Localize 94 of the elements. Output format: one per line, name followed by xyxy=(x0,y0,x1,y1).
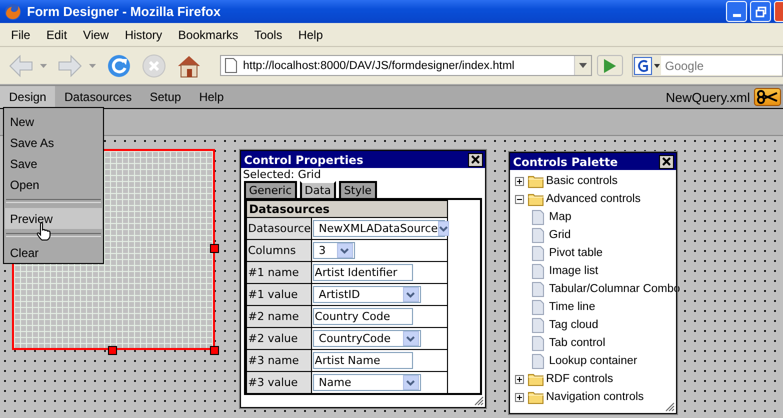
tab[interactable]: Generic xyxy=(244,181,297,198)
field-label: #2 value xyxy=(246,328,312,350)
menu-item[interactable]: Save As xyxy=(5,132,102,153)
tab[interactable]: Data xyxy=(300,181,336,198)
field-label: #1 name xyxy=(246,262,312,284)
restore-button[interactable] xyxy=(750,1,771,22)
dropdown[interactable]: CountryCode xyxy=(312,330,421,347)
close-button[interactable] xyxy=(468,152,483,166)
resize-grip-icon[interactable] xyxy=(474,396,484,406)
menu-item[interactable]: Save xyxy=(5,153,102,174)
menu-item[interactable]: Design xyxy=(0,86,56,108)
field-label: #3 value xyxy=(246,372,312,394)
tree-item[interactable]: Lookup container xyxy=(549,355,638,367)
menu-item[interactable]: Edit xyxy=(38,28,76,42)
tree-item[interactable]: RDF controls xyxy=(546,373,614,385)
document-icon xyxy=(532,318,544,332)
chevron-icon xyxy=(406,380,416,386)
minimize-icon xyxy=(732,14,740,17)
tree-item[interactable]: Tag cloud xyxy=(549,319,598,331)
chevron-icon xyxy=(406,336,416,342)
tree-item[interactable]: Tab control xyxy=(549,337,606,349)
text-field[interactable]: Artist Identifier xyxy=(312,264,413,281)
address-field[interactable]: http://localhost:8000/DAV/JS/formdesigner/index.html xyxy=(220,55,592,76)
tab[interactable]: Style xyxy=(338,181,377,198)
play-icon xyxy=(603,58,617,74)
resize-handle[interactable] xyxy=(210,346,219,355)
document-icon xyxy=(532,282,544,296)
field-label: #3 name xyxy=(246,350,312,372)
tree-item[interactable]: Advanced controls xyxy=(546,193,641,205)
menu-item[interactable]: New xyxy=(5,111,102,132)
panel-title: Controls Palette xyxy=(513,154,619,168)
tree-item[interactable]: Image list xyxy=(549,265,598,277)
menu-item[interactable]: Datasources xyxy=(55,86,141,108)
menu-item[interactable]: Open xyxy=(5,174,102,195)
document-icon xyxy=(532,210,544,224)
field-label: #1 value xyxy=(246,284,312,306)
folder-icon xyxy=(528,192,544,206)
document-icon xyxy=(532,264,544,278)
tree-item[interactable]: Map xyxy=(549,211,572,223)
expand-icon[interactable] xyxy=(515,392,526,402)
go-button[interactable] xyxy=(597,55,623,76)
menu-item[interactable]: Clear xyxy=(5,242,102,263)
dropdown-icon[interactable] xyxy=(574,56,591,75)
resize-handle[interactable] xyxy=(210,244,219,253)
page-icon xyxy=(225,58,237,73)
folder-icon xyxy=(528,372,544,386)
document-icon xyxy=(532,300,544,314)
chevron-icon xyxy=(340,248,350,254)
dropdown[interactable]: 3 xyxy=(312,242,355,259)
tree-item[interactable]: Grid xyxy=(549,229,571,241)
tree-item[interactable]: Time line xyxy=(549,301,596,313)
folder-icon xyxy=(528,174,544,188)
field-label: #2 name xyxy=(246,306,312,328)
panel-title: Control Properties xyxy=(244,152,364,166)
field-label: Columns xyxy=(246,240,312,262)
menu-item[interactable]: Help xyxy=(190,86,233,108)
tree-item[interactable]: Navigation controls xyxy=(546,391,644,403)
expand-icon[interactable] xyxy=(515,374,526,384)
chevron-icon xyxy=(438,226,448,232)
folder-icon xyxy=(528,390,544,404)
dropdown[interactable]: Name xyxy=(312,374,421,391)
menu-item[interactable]: File xyxy=(3,28,38,42)
tree-item[interactable]: Pivot table xyxy=(549,247,603,259)
menu-item[interactable]: Setup xyxy=(140,86,190,108)
file-name: NewQuery.xml xyxy=(666,90,750,104)
cut-button[interactable] xyxy=(754,88,781,106)
expand-icon[interactable] xyxy=(515,176,526,186)
menu-item[interactable]: View xyxy=(75,28,117,42)
text-field[interactable]: Country Code xyxy=(312,308,413,325)
selection-label: Selected: Grid xyxy=(242,168,322,181)
browser-logo-icon xyxy=(4,2,22,20)
dropdown[interactable]: ArtistID xyxy=(312,286,421,303)
menu-item[interactable]: Help xyxy=(290,28,331,42)
menu-item[interactable]: Preview xyxy=(5,208,102,229)
field-label: Datasource xyxy=(246,218,312,240)
reload-icon[interactable] xyxy=(106,52,132,78)
resize-grip-icon[interactable] xyxy=(665,402,675,412)
menu-item[interactable]: History xyxy=(116,28,170,42)
text-field[interactable]: Artist Name xyxy=(312,352,413,369)
close-button[interactable] xyxy=(659,154,674,168)
menu-item[interactable]: Tools xyxy=(246,28,290,42)
document-icon xyxy=(532,354,544,368)
collapse-icon[interactable] xyxy=(515,194,526,204)
document-icon xyxy=(532,228,544,242)
restore-icon xyxy=(754,6,766,18)
menu-item[interactable]: Bookmarks xyxy=(170,28,246,42)
document-icon xyxy=(532,336,544,350)
document-icon xyxy=(532,246,544,260)
section-header: Datasources xyxy=(246,200,448,218)
window-title: Form Designer - Mozilla Firefox xyxy=(27,4,221,19)
chevron-icon xyxy=(406,292,416,298)
tree-item[interactable]: Basic controls xyxy=(546,175,618,187)
minimize-button[interactable] xyxy=(726,1,747,22)
resize-handle[interactable] xyxy=(108,346,117,355)
